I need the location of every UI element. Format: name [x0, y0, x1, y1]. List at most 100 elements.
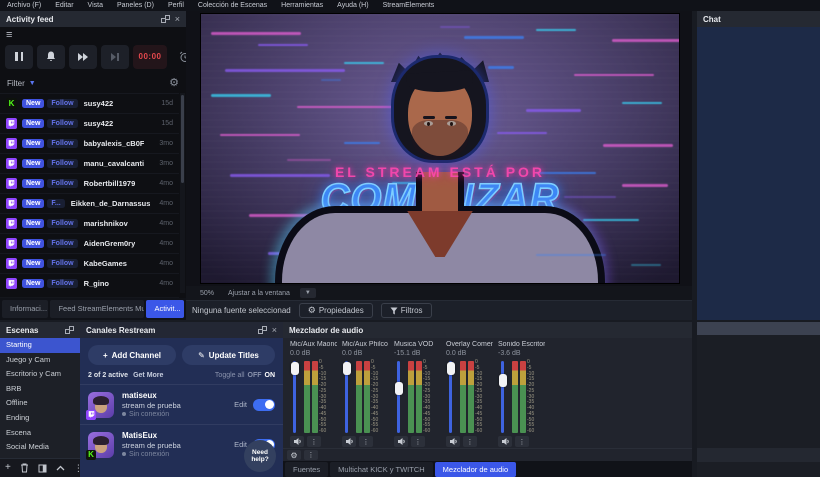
- vertical-scrollbar[interactable]: [180, 93, 185, 293]
- bell-button[interactable]: [37, 45, 65, 69]
- close-icon[interactable]: ×: [272, 326, 277, 334]
- skip-forward-button[interactable]: [69, 45, 97, 69]
- properties-button[interactable]: ⚙ Propiedades: [299, 303, 373, 318]
- scene-filters-button[interactable]: [38, 464, 47, 473]
- close-icon[interactable]: ×: [175, 15, 180, 23]
- menu-item-perfil[interactable]: Perfil: [161, 2, 191, 9]
- activity-event-row[interactable]: NewF...Eikken_de_Darnassus4mo: [0, 193, 179, 213]
- add-channel-button[interactable]: + Add Channel: [88, 345, 176, 365]
- scene-item-ending[interactable]: Ending: [0, 411, 80, 426]
- activity-event-row[interactable]: NewFollowbabyalexis_cB0F3mo: [0, 133, 179, 153]
- menu-item-herramientas[interactable]: Herramientas: [274, 2, 330, 9]
- remove-scene-button[interactable]: [20, 463, 29, 473]
- menu-item-vista[interactable]: Vista: [81, 2, 110, 9]
- activity-feed-header[interactable]: Activity feed ×: [0, 11, 186, 27]
- popout-dock-icon[interactable]: [65, 326, 74, 334]
- restream-channel-row[interactable]: matiseuxstream de pruebaSin conexiónEdit: [80, 384, 283, 424]
- channel-options-button[interactable]: ⋮: [359, 436, 373, 447]
- volume-slider-knob[interactable]: [499, 374, 507, 387]
- scene-item-social-media[interactable]: Social Media: [0, 440, 80, 455]
- twitch-icon: [7, 219, 16, 228]
- activity-event-row[interactable]: NewFollowRobertbill19794mo: [0, 173, 179, 193]
- mute-button[interactable]: [394, 436, 408, 447]
- bottom-dock-tab-0[interactable]: Fuentes: [285, 462, 328, 477]
- scene-item-escena[interactable]: Escena: [0, 426, 80, 441]
- scene-item-juego-y-cam[interactable]: Juego y Cam: [0, 353, 80, 368]
- left-dock-tab-2[interactable]: Activit...: [146, 300, 184, 318]
- activity-event-row[interactable]: KNewFollowsusy42215d: [0, 93, 179, 113]
- need-help-button[interactable]: Need help?: [244, 440, 276, 472]
- channel-status: Sin conexión: [122, 450, 234, 459]
- mixer-more-button[interactable]: ⋮: [304, 450, 318, 460]
- edit-link[interactable]: Edit: [234, 400, 247, 409]
- channel-options-button[interactable]: ⋮: [515, 436, 529, 447]
- restream-header[interactable]: Canales Restream ×: [80, 322, 283, 338]
- advanced-audio-button[interactable]: ⚙: [287, 450, 301, 460]
- bottom-dock-tab-1[interactable]: Multichat KICK y TWITCH: [330, 462, 433, 477]
- mute-button[interactable]: [446, 436, 460, 447]
- hamburger-menu-icon[interactable]: ≡: [6, 30, 12, 41]
- channel-options-button[interactable]: ⋮: [411, 436, 425, 447]
- update-titles-button[interactable]: ✎ Update Titles: [182, 345, 275, 365]
- popout-dock-icon[interactable]: [161, 15, 170, 23]
- volume-slider-track[interactable]: [501, 361, 504, 433]
- mixer-header[interactable]: Mezclador de audio: [283, 322, 692, 338]
- chat-title: Chat: [703, 15, 721, 24]
- toggle-all-off[interactable]: OFF: [248, 372, 262, 379]
- menu-item-ayuda-h[interactable]: Ayuda (H): [330, 2, 375, 9]
- activity-event-row[interactable]: NewFollowsusy42215d: [0, 113, 179, 133]
- menu-item-streamelements[interactable]: StreamElements: [376, 2, 442, 9]
- menu-item-archivo-f[interactable]: Archivo (F): [0, 2, 48, 9]
- fit-window-label[interactable]: Ajustar a la ventana: [228, 290, 290, 297]
- zoom-level[interactable]: 50%: [200, 290, 214, 297]
- left-dock-tab-0[interactable]: Informaci...: [2, 300, 48, 318]
- chat-scrollbar[interactable]: [697, 322, 820, 335]
- move-scene-up-button[interactable]: [56, 465, 65, 471]
- mute-button[interactable]: [342, 436, 356, 447]
- filters-button[interactable]: Filtros: [381, 303, 432, 318]
- chevron-down-icon[interactable]: ▼: [29, 80, 36, 87]
- left-dock-tab-1[interactable]: Feed StreamElements Mul...: [50, 300, 144, 318]
- gear-icon[interactable]: ⚙: [169, 78, 179, 89]
- volume-slider-knob[interactable]: [395, 382, 403, 395]
- scenes-header[interactable]: Escenas: [0, 322, 80, 338]
- volume-slider-knob[interactable]: [343, 362, 351, 375]
- add-scene-button[interactable]: +: [5, 463, 11, 473]
- activity-event-list: KNewFollowsusy42215dNewFollowsusy42215dN…: [0, 93, 179, 293]
- chat-header[interactable]: Chat: [697, 11, 820, 27]
- neon-streak: [536, 254, 606, 256]
- scene-item-brb[interactable]: BRB: [0, 382, 80, 397]
- popout-dock-icon[interactable]: [258, 326, 267, 334]
- activity-event-row[interactable]: NewFollowAidenGrem0ry4mo: [0, 233, 179, 253]
- activity-event-row[interactable]: NewFollowmarishnikov4mo: [0, 213, 179, 233]
- activity-event-row[interactable]: NewFollowR_gino4mo: [0, 273, 179, 293]
- channel-options-button[interactable]: ⋮: [307, 436, 321, 447]
- pause-button[interactable]: [5, 45, 33, 69]
- bottom-dock-tab-2[interactable]: Mezclador de audio: [435, 462, 516, 477]
- filter-label[interactable]: Filter: [7, 79, 25, 88]
- scene-item-offline[interactable]: Offline: [0, 396, 80, 411]
- activity-event-row[interactable]: NewFollowKabeGames4mo: [0, 253, 179, 273]
- skip-to-end-button[interactable]: [101, 45, 129, 69]
- activity-controls: 00:00: [5, 44, 199, 69]
- get-more-link[interactable]: Get More: [133, 372, 163, 379]
- activity-event-row[interactable]: NewFollowmanu_cavalcanti3mo: [0, 153, 179, 173]
- menu-item-paneles-d[interactable]: Paneles (D): [110, 2, 161, 9]
- volume-slider-track[interactable]: [397, 361, 400, 433]
- zoom-dropdown[interactable]: ▼: [300, 288, 316, 298]
- channel-options-button[interactable]: ⋮: [463, 436, 477, 447]
- replay-timer-button[interactable]: 00:00: [133, 45, 167, 69]
- channel-toggle[interactable]: [253, 399, 275, 411]
- chat-body[interactable]: [697, 27, 820, 320]
- mute-button[interactable]: [498, 436, 512, 447]
- scene-item-starting[interactable]: Starting: [0, 338, 80, 353]
- menu-item-colecci-n-de-escenas[interactable]: Colección de Escenas: [191, 2, 274, 9]
- scene-item-escritorio-y-cam[interactable]: Escritorio y Cam: [0, 367, 80, 382]
- volume-slider-knob[interactable]: [447, 362, 455, 375]
- mute-button[interactable]: [290, 436, 304, 447]
- toggle-all-on[interactable]: ON: [265, 372, 276, 379]
- volume-slider-knob[interactable]: [291, 362, 299, 375]
- active-summary: 2 of 2 active: [88, 372, 128, 379]
- menu-item-editar[interactable]: Editar: [48, 2, 80, 9]
- preview-canvas[interactable]: COMENZAR EL STREAM ESTÁ POR: [200, 13, 680, 284]
